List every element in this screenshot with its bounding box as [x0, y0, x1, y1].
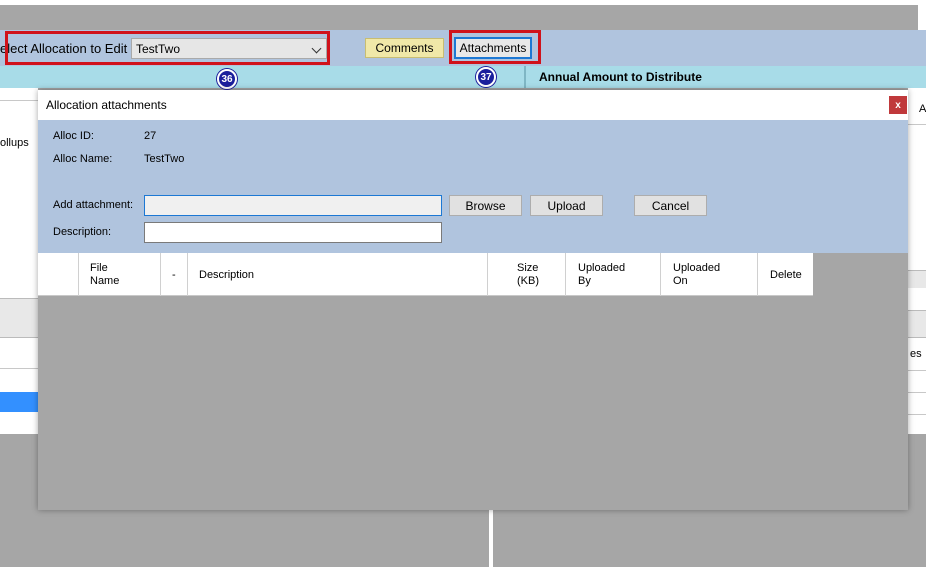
alloc-id-value: 27 — [144, 130, 157, 142]
divider — [908, 370, 926, 371]
column-header-label: Description — [199, 269, 255, 281]
column-header-label: Delete — [770, 269, 802, 281]
column-header-file-name[interactable]: File Name — [79, 253, 161, 296]
top-right-white-strip — [918, 5, 926, 30]
top-white-strip — [0, 0, 926, 5]
divider — [0, 368, 38, 369]
attachments-grid-header: File Name - Description Size (KB) Upload… — [38, 253, 813, 296]
background-left-empty — [0, 434, 38, 567]
column-header-label: - — [172, 269, 176, 281]
background-selected-row — [0, 392, 38, 412]
column-header-uploaded-by[interactable]: Uploaded By — [566, 253, 661, 296]
column-header-select — [38, 253, 79, 296]
upload-button[interactable]: Upload — [530, 195, 603, 216]
column-header-uploaded-on[interactable]: Uploaded On — [661, 253, 758, 296]
annotation-highlight-select — [5, 31, 330, 65]
column-header-label: Name — [90, 275, 120, 287]
band-divider — [524, 66, 526, 88]
column-header-label: (KB) — [517, 275, 539, 287]
column-header-label: By — [578, 275, 591, 287]
alloc-name-value: TestTwo — [144, 153, 185, 165]
close-button[interactable]: x — [889, 96, 907, 114]
divider — [908, 392, 926, 393]
cancel-button[interactable]: Cancel — [634, 195, 707, 216]
header-band — [0, 66, 926, 88]
column-header-label: Uploaded — [673, 262, 721, 274]
background-right-band — [908, 270, 926, 288]
alloc-id-label: Alloc ID: — [53, 130, 94, 142]
divider — [908, 124, 926, 125]
background-right-text: es — [910, 348, 922, 360]
allocation-attachments-dialog: Allocation attachments x Alloc ID: 27 Al… — [38, 90, 908, 510]
background-rollups-label: ollups — [0, 137, 29, 149]
divider — [0, 100, 38, 101]
column-header-description[interactable]: Description — [188, 253, 488, 296]
column-header-label: Size — [517, 262, 539, 274]
background-splitter — [489, 510, 493, 567]
divider — [908, 414, 926, 415]
add-attachment-label: Add attachment: — [53, 199, 134, 211]
background-right-band — [908, 310, 926, 338]
column-header-size[interactable]: Size (KB) — [488, 253, 566, 296]
annual-amount-heading: Annual Amount to Distribute — [539, 70, 702, 84]
column-header-dash[interactable]: - — [161, 253, 188, 296]
background-right-empty — [908, 434, 926, 567]
annotation-badge-36: 36 — [217, 69, 237, 89]
annotation-highlight-attachments — [449, 30, 541, 64]
comments-button[interactable]: Comments — [365, 38, 444, 58]
dialog-title: Allocation attachments — [46, 98, 167, 112]
browse-button[interactable]: Browse — [449, 195, 522, 216]
background-left-band — [0, 298, 38, 338]
dialog-title-bar: Allocation attachments x — [38, 90, 908, 120]
column-header-label: On — [673, 275, 688, 287]
column-header-label: Uploaded — [578, 262, 626, 274]
description-field[interactable] — [144, 222, 442, 243]
background-right-panel — [908, 88, 926, 438]
alloc-name-label: Alloc Name: — [53, 153, 113, 165]
description-label: Description: — [53, 226, 112, 238]
add-attachment-field[interactable] — [144, 195, 442, 216]
background-right-label: A — [919, 103, 926, 115]
column-header-delete[interactable]: Delete — [758, 253, 813, 296]
column-header-label: File — [90, 262, 108, 274]
attachment-form: Alloc ID: 27 Alloc Name: TestTwo Add att… — [38, 120, 908, 253]
annotation-badge-37: 37 — [476, 67, 496, 87]
